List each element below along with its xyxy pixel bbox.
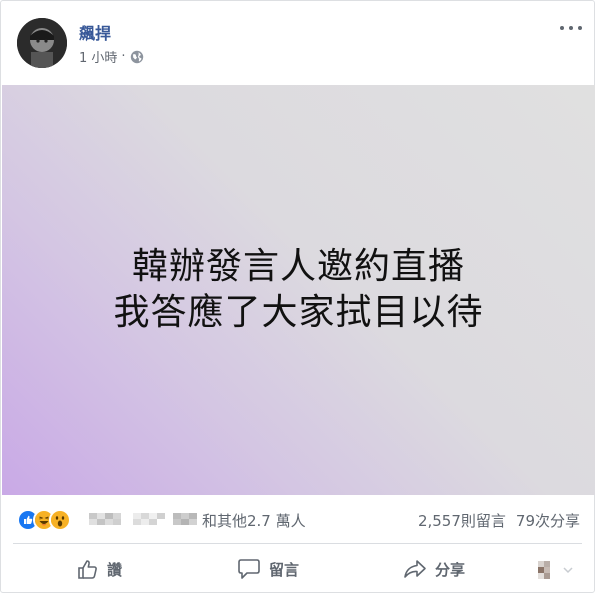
redacted-name	[133, 511, 199, 527]
reactions-bar: 和其他2.7 萬人 2,557則留言 79次分享	[1, 499, 596, 541]
share-button[interactable]: 分享	[403, 554, 465, 584]
redacted-name	[89, 511, 129, 527]
post-image[interactable]: 韓辦發言人邀約直播 我答應了大家拭目以待	[2, 85, 595, 495]
divider	[13, 543, 582, 544]
post-actions: 讚 留言 分享	[1, 546, 596, 592]
avatar[interactable]	[17, 18, 67, 68]
post-image-line-2: 我答應了大家拭目以待	[113, 292, 484, 333]
post-header: 飆捍 1 小時 ·	[1, 1, 596, 85]
share-label: 分享	[435, 560, 466, 579]
post-image-line-1: 韓辦發言人邀約直播	[131, 246, 465, 287]
post-time[interactable]: 1 小時	[79, 47, 117, 66]
more-options-icon[interactable]	[560, 21, 582, 35]
comment-label: 留言	[269, 560, 300, 579]
commenter-avatar-selector[interactable]	[536, 560, 580, 582]
post-meta: 1 小時 ·	[79, 47, 144, 66]
reaction-icons[interactable]	[17, 509, 71, 531]
globe-icon[interactable]	[130, 50, 144, 64]
comments-count[interactable]: 2,557則留言	[418, 510, 506, 531]
author-name[interactable]: 飆捍	[79, 20, 111, 44]
comment-button[interactable]: 留言	[237, 554, 299, 584]
share-arrow-icon	[403, 558, 427, 580]
shares-count[interactable]: 79次分享	[516, 510, 580, 531]
engagement-counts: 2,557則留言 79次分享	[418, 510, 580, 531]
thumbs-up-icon	[77, 558, 99, 580]
post-card: 飆捍 1 小時 · 韓辦發言人邀約直播 我答應了大家拭目以待 和其他2.7 萬人…	[0, 0, 595, 593]
like-button[interactable]: 讚	[77, 554, 122, 584]
reactions-others-text[interactable]: 和其他2.7 萬人	[202, 510, 306, 531]
meta-separator: ·	[121, 49, 126, 64]
speech-bubble-icon	[237, 558, 261, 580]
wow-icon	[49, 509, 71, 531]
like-label: 讚	[107, 560, 123, 579]
